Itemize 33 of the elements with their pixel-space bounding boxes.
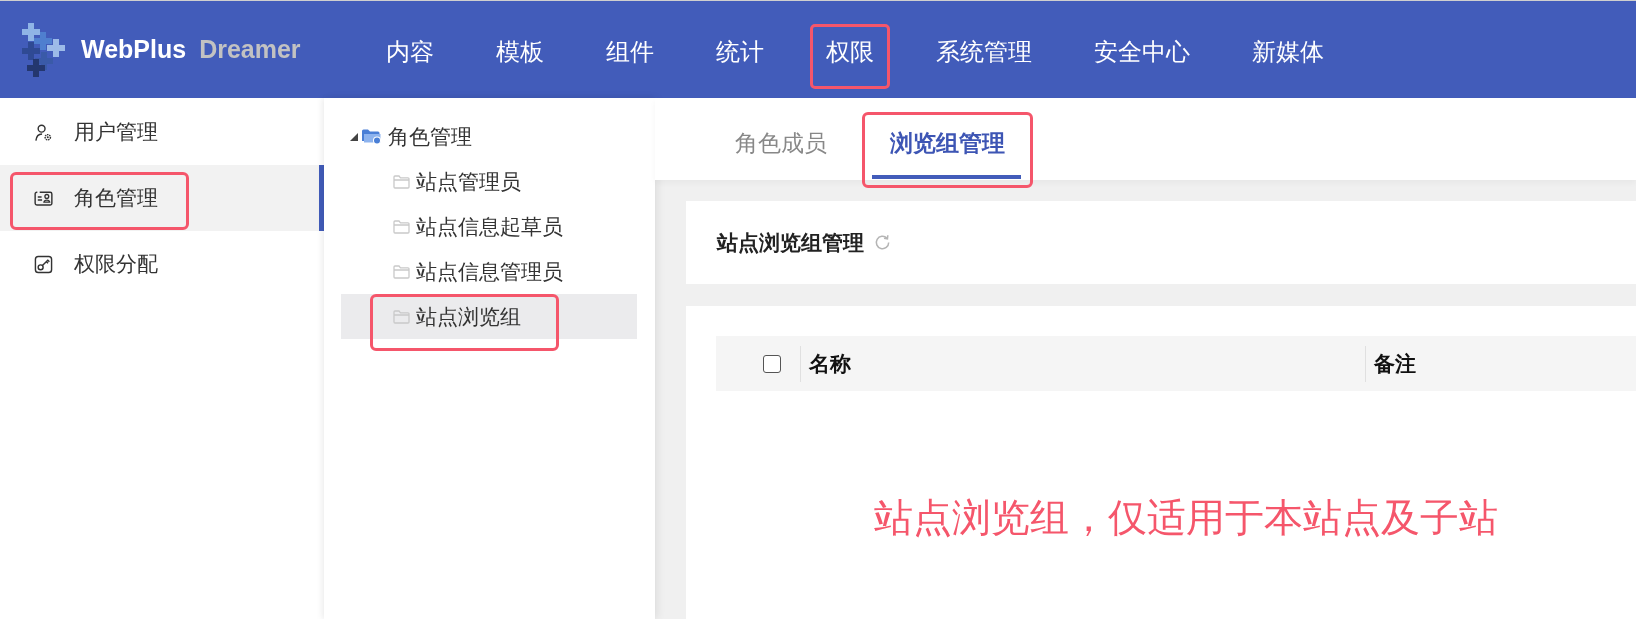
nav-item[interactable]: 模板 (480, 24, 560, 89)
sidebar-item[interactable]: 用户管理 (0, 99, 324, 165)
tree-item[interactable]: 角色管理 (341, 114, 637, 159)
select-all-checkbox[interactable] (763, 354, 781, 373)
tree-item[interactable]: 站点浏览组 (341, 294, 637, 339)
tab[interactable]: 角色成员 (707, 112, 855, 188)
logo-product: Dreamer (199, 35, 301, 64)
sidebar-item[interactable]: 角色管理 (0, 165, 324, 231)
nav-item[interactable]: 安全中心 (1078, 24, 1206, 89)
tree-item[interactable]: 站点管理员 (341, 159, 637, 204)
nav-item[interactable]: 内容 (370, 24, 450, 89)
annotation-note: 站点浏览组，仅适用于本站点及子站 (873, 496, 1499, 540)
column-header: 备注 (1365, 345, 1416, 382)
nav-item[interactable]: 统计 (700, 24, 780, 89)
folder-icon (361, 128, 382, 145)
nav-item[interactable]: 组件 (590, 24, 670, 89)
caret-icon[interactable] (350, 132, 358, 141)
logo-brand: WebPlus (81, 35, 187, 64)
user-gear-icon (34, 122, 53, 142)
folder-icon (393, 264, 410, 279)
folder-icon (393, 309, 410, 324)
folder-icon (393, 174, 410, 189)
tree-item[interactable]: 站点信息管理员 (341, 249, 637, 294)
tab[interactable]: 浏览组管理 (862, 112, 1033, 188)
tree-item[interactable]: 站点信息起草员 (341, 204, 637, 249)
column-header: 名称 (800, 345, 1365, 382)
nav-item[interactable]: 新媒体 (1236, 24, 1340, 89)
nav-item[interactable]: 系统管理 (920, 24, 1048, 89)
nav-item[interactable]: 权限 (810, 24, 890, 89)
folder-icon (393, 219, 410, 234)
sidebar-item[interactable]: 权限分配 (0, 231, 324, 297)
panel-title: 站点浏览组管理 (717, 229, 864, 256)
key-icon (34, 254, 53, 274)
